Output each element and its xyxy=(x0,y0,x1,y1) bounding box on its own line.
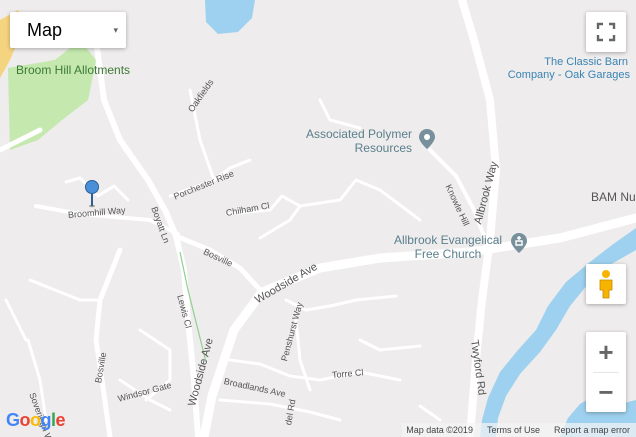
google-logo[interactable]: Google xyxy=(6,410,66,431)
broom-hill-label: Broom Hill Allotments xyxy=(16,63,131,77)
chevron-down-icon: ▾ xyxy=(113,24,118,35)
classic-barn-label-2: Company - Oak Garages xyxy=(507,69,630,81)
map-canvas[interactable]: Broom Hill Allotments Associated Polymer… xyxy=(0,0,636,437)
zoom-out-button[interactable]: − xyxy=(586,372,626,412)
park-area xyxy=(8,40,96,150)
lake xyxy=(205,0,255,34)
poi-pin-icon[interactable] xyxy=(418,128,436,150)
terms-link[interactable]: Terms of Use xyxy=(487,425,540,435)
church-pin-icon[interactable] xyxy=(510,232,528,254)
zoom-control: + − xyxy=(586,332,626,412)
associated-polymer-label: Associated Polymer Resources xyxy=(305,127,412,155)
map-data-text: Map data ©2019 xyxy=(406,425,473,435)
pegman-icon xyxy=(599,270,613,299)
fullscreen-button[interactable] xyxy=(586,12,626,52)
location-marker-icon[interactable] xyxy=(84,180,100,208)
map-type-dropdown[interactable]: Map ▾ xyxy=(10,12,126,48)
classic-barn-label: The Classic Barn xyxy=(544,56,628,68)
attribution-bar: Map data ©2019 Terms of Use Report a map… xyxy=(402,423,636,437)
bam-label: BAM Nu xyxy=(591,190,636,204)
street-view-button[interactable] xyxy=(586,264,626,304)
church-label: Allbrook Evangelical Free Church xyxy=(393,233,503,261)
zoom-in-button[interactable]: + xyxy=(586,332,626,372)
fullscreen-icon xyxy=(596,22,616,42)
report-error-link[interactable]: Report a map error xyxy=(554,425,630,435)
map-type-label: Map xyxy=(27,19,63,40)
